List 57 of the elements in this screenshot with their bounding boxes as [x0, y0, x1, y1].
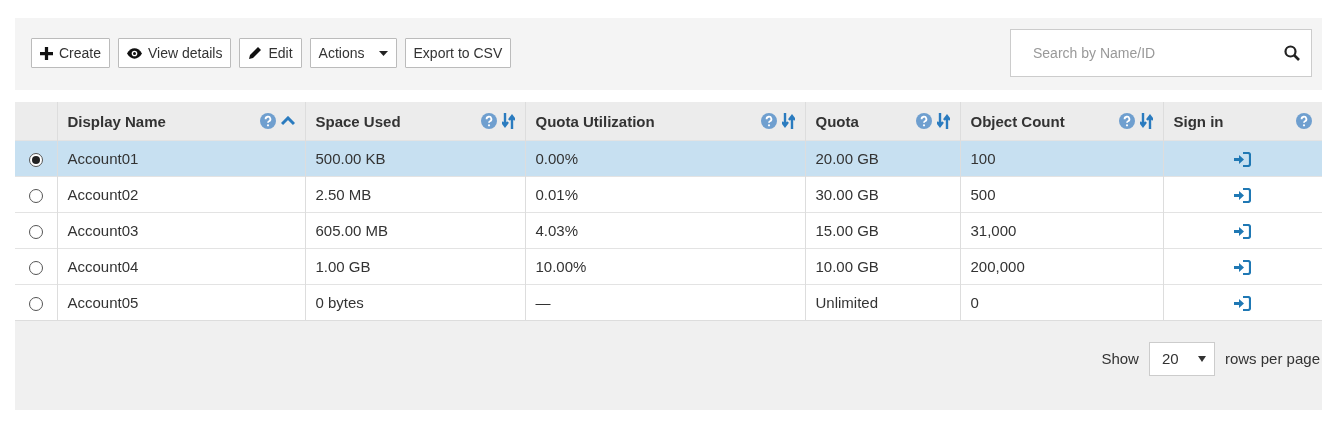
table-cell: Account01: [57, 140, 305, 177]
table-cell: 2.50 MB: [305, 176, 525, 213]
help-icon[interactable]: [760, 113, 777, 129]
search-field[interactable]: Search by Name/ID: [1010, 29, 1312, 77]
help-icon[interactable]: [259, 113, 276, 129]
radio-button[interactable]: [28, 297, 43, 311]
search-icon: [1284, 45, 1300, 61]
table-cell: 10.00 GB: [805, 248, 960, 285]
table-cell: Account03: [57, 212, 305, 249]
toolbar-button[interactable]: View details: [118, 38, 232, 68]
sort-ascending-icon[interactable]: [280, 116, 295, 126]
rows-per-page-label: rows per page: [1224, 350, 1320, 367]
eye-icon: [127, 47, 143, 59]
table-cell: 4.03%: [525, 212, 805, 249]
table-cell: 1.00 GB: [305, 248, 525, 285]
sort-icon[interactable]: [1139, 113, 1153, 129]
toolbar-button[interactable]: Export to CSV: [404, 38, 512, 68]
sign-in-icon[interactable]: [1234, 188, 1252, 204]
toolbar-button[interactable]: Edit: [239, 38, 302, 68]
table-cell: 30.00 GB: [805, 176, 960, 213]
sign-in-icon[interactable]: [1234, 260, 1252, 276]
radio-button[interactable]: [28, 225, 43, 239]
caret-icon: [378, 50, 388, 56]
table-cell: 20.00 GB: [805, 140, 960, 177]
table-cell: 200,000: [960, 248, 1163, 285]
table-cell: 31,000: [960, 212, 1163, 249]
radio-button[interactable]: [28, 189, 43, 203]
help-icon[interactable]: [480, 113, 497, 129]
dropdown-button[interactable]: Actions: [309, 38, 397, 68]
show-label: Show: [1101, 350, 1139, 367]
sign-in-icon[interactable]: [1234, 296, 1252, 312]
table-cell: Account02: [57, 176, 305, 213]
table-cell: 10.00%: [525, 248, 805, 285]
table-cell: 0.00%: [525, 140, 805, 177]
sign-in-icon[interactable]: [1234, 224, 1252, 240]
caret-icon: [1197, 355, 1206, 362]
help-icon[interactable]: [1118, 113, 1135, 129]
column-header: Sign in: [1173, 112, 1225, 130]
plus-icon: [40, 46, 53, 60]
sign-in-icon[interactable]: [1234, 152, 1252, 168]
table-cell: 500.00 KB: [305, 140, 525, 177]
table-cell: 15.00 GB: [805, 212, 960, 249]
help-icon[interactable]: [915, 113, 932, 129]
table-cell: 100: [960, 140, 1163, 177]
pencil-icon: [248, 46, 263, 60]
help-icon[interactable]: [1296, 113, 1312, 129]
toolbar-button[interactable]: Create: [31, 38, 111, 68]
table-cell: 0.01%: [525, 176, 805, 213]
sort-icon[interactable]: [501, 113, 515, 129]
table-cell: 605.00 MB: [305, 212, 525, 249]
radio-button[interactable]: [28, 153, 43, 167]
table-cell: Account04: [57, 248, 305, 285]
table-cell: 500: [960, 176, 1163, 213]
sort-icon[interactable]: [936, 113, 950, 129]
page-size-select[interactable]: 20: [1148, 341, 1215, 376]
radio-button[interactable]: [28, 261, 43, 275]
sort-icon[interactable]: [781, 113, 795, 129]
